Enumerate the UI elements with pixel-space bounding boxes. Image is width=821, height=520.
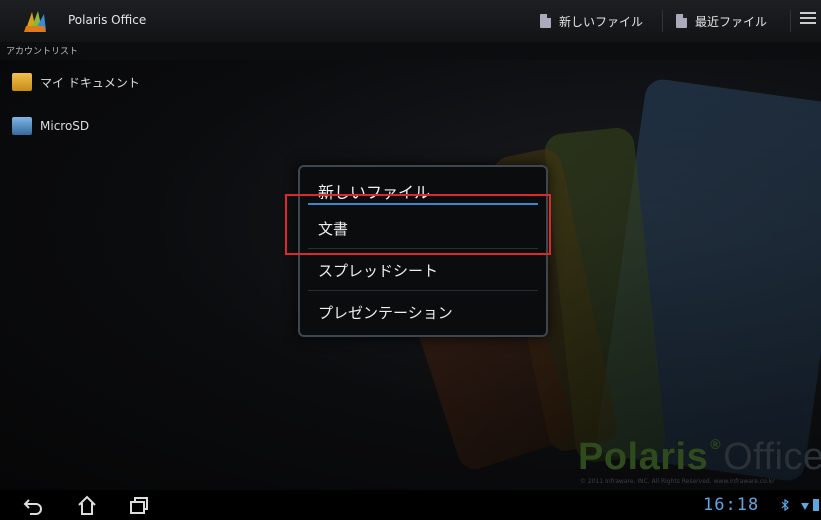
sidebar-item-microsd[interactable]: MicroSD	[12, 114, 89, 138]
system-bar: 16:18	[0, 490, 821, 520]
polaris-app-icon	[24, 11, 46, 32]
toolbar-divider	[662, 10, 663, 32]
polaris-office-logo: Polaris ®Office	[578, 436, 821, 478]
sidebar-item-label: マイ ドキュメント	[40, 75, 140, 90]
account-list-bar: アカウントリスト	[0, 42, 821, 60]
recent-apps-icon[interactable]	[128, 495, 150, 515]
home-icon[interactable]	[76, 495, 98, 515]
back-icon[interactable]	[22, 495, 44, 515]
highlight-box	[285, 194, 551, 255]
new-file-label: 新しいファイル	[559, 14, 644, 29]
title-bar: Polaris Office 新しいファイル 最近ファイル	[0, 0, 821, 43]
app-window: Polaris Office 新しいファイル 最近ファイル アカウントリスト マ…	[0, 0, 821, 490]
battery-icon	[813, 499, 819, 511]
wifi-icon	[801, 503, 809, 510]
toolbar-divider	[790, 10, 791, 32]
folder-documents-icon	[12, 73, 32, 91]
copyright-text: © 2011 Infraware, INC. All Rights Reserv…	[580, 478, 775, 485]
new-file-icon	[540, 14, 551, 28]
option-spreadsheet[interactable]: スプレッドシート	[318, 250, 438, 290]
recent-file-label: 最近ファイル	[695, 14, 768, 29]
option-divider	[308, 290, 538, 291]
option-presentation[interactable]: プレゼンテーション	[318, 292, 453, 332]
bluetooth-icon	[781, 499, 789, 511]
recent-file-icon	[676, 14, 687, 28]
recent-files-button[interactable]: 最近ファイル	[676, 0, 767, 42]
account-list-label: アカウントリスト	[6, 47, 79, 57]
overflow-menu-icon[interactable]	[800, 12, 816, 28]
sidebar-item-label: MicroSD	[40, 119, 90, 133]
clock: 16:18	[703, 495, 760, 515]
new-file-button[interactable]: 新しいファイル	[540, 0, 643, 42]
app-title: Polaris Office	[68, 13, 147, 27]
sd-card-folder-icon	[12, 117, 32, 135]
sidebar-item-my-documents[interactable]: マイ ドキュメント	[12, 70, 140, 94]
